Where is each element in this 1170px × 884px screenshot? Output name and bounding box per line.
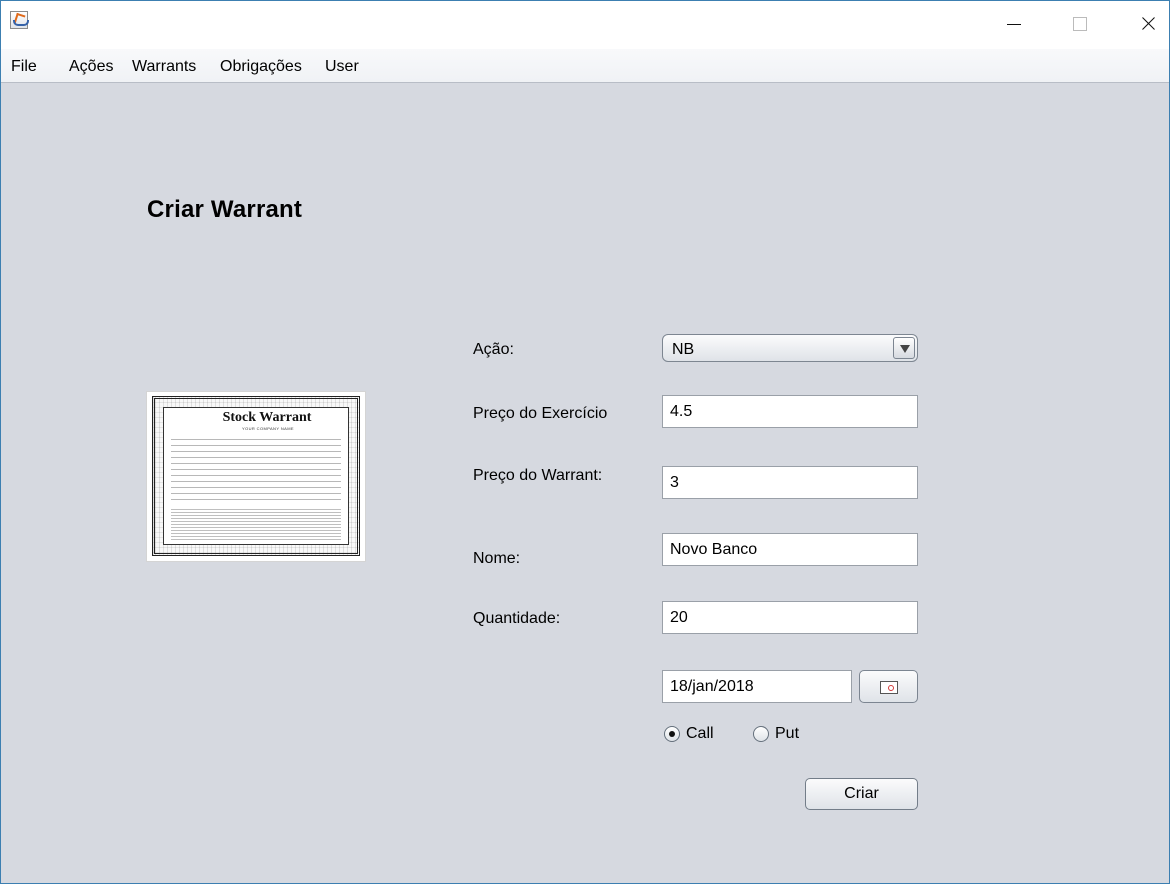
call-label: Call [686,725,714,742]
menu-user[interactable]: User [325,58,359,76]
maximize-icon[interactable] [1062,11,1096,35]
acao-selected-value: NB [672,341,695,358]
quantidade-field[interactable] [662,601,918,634]
menu-warrants[interactable]: Warrants [132,58,196,76]
menu-file[interactable]: File [11,58,37,76]
chevron-down-icon[interactable] [893,337,915,359]
certificate-company-name: YOUR COMPANY NAME [242,426,294,431]
label-acao: Ação: [473,341,514,358]
java-app-icon [10,11,29,29]
label-preco-warrant: Preço do Warrant: [473,467,603,484]
certificate-fine-print [171,435,341,505]
calendar-button[interactable] [859,670,918,703]
nome-field[interactable] [662,533,918,566]
certificate-footer-print [171,508,341,540]
criar-button[interactable]: Criar [805,778,918,810]
preco-exercicio-field[interactable] [662,395,918,428]
stock-warrant-image: Stock Warrant YOUR COMPANY NAME [146,391,366,562]
label-nome: Nome: [473,550,521,567]
put-label: Put [775,725,800,742]
put-radio[interactable]: Put [753,725,799,743]
page-title: Criar Warrant [147,196,303,223]
menu-bar: File Ações Warrants Obrigações User [1,49,1169,83]
acao-combobox[interactable]: NB [662,334,918,362]
label-preco-exercicio: Preço do Exercício [473,405,608,422]
menu-acoes[interactable]: Ações [69,58,113,76]
menu-obrigacoes[interactable]: Obrigações [220,58,302,76]
certificate-inner-border: Stock Warrant YOUR COMPANY NAME [163,407,349,545]
main-window: File Ações Warrants Obrigações User Cria… [0,0,1170,884]
stock-warrant-certificate: Stock Warrant YOUR COMPANY NAME [152,396,360,556]
date-field[interactable] [662,670,852,703]
title-bar [1,1,1169,49]
label-quantidade: Quantidade: [473,610,561,627]
minimize-icon[interactable] [997,11,1031,35]
certificate-title: Stock Warrant [222,410,312,425]
radio-unselected-icon[interactable] [753,726,769,742]
call-radio[interactable]: Call [664,725,714,743]
calendar-icon [880,681,898,694]
option-type-radio-group: Call Put [664,725,844,749]
close-icon[interactable] [1131,11,1165,35]
radio-selected-icon[interactable] [664,726,680,742]
preco-warrant-field[interactable] [662,466,918,499]
